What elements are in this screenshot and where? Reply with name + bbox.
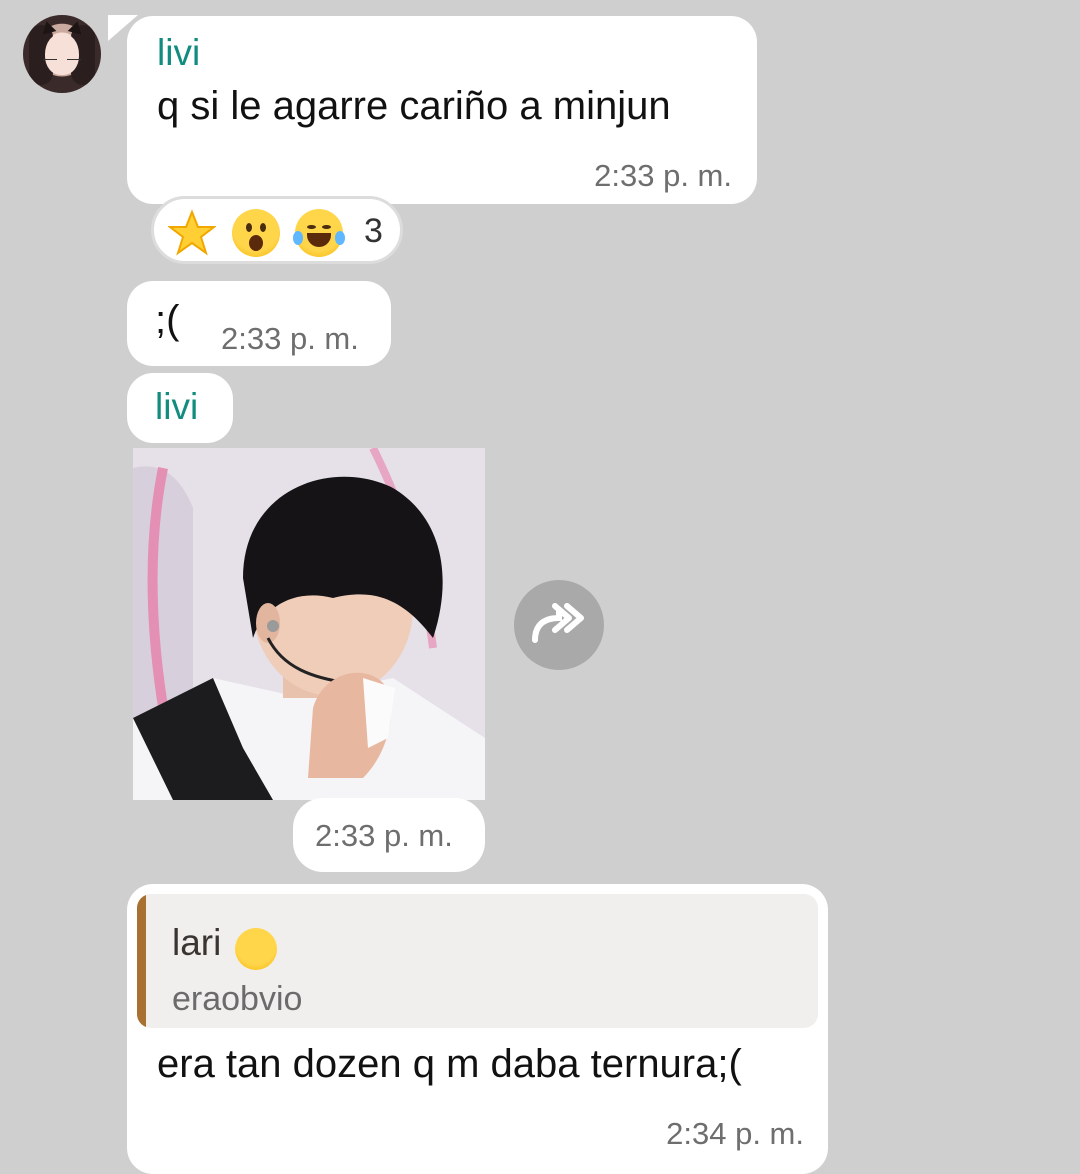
sender-avatar[interactable]	[23, 15, 101, 93]
forward-button[interactable]	[514, 580, 604, 670]
message-text: ;(	[155, 298, 180, 342]
quoted-text: eraobvio	[172, 980, 303, 1018]
image-time-pill: 2:33 p. m.	[293, 798, 485, 872]
message-text: q si le agarre cariño a minjun	[157, 84, 671, 128]
message-bubble[interactable]: ;( 2:33 p. m.	[127, 281, 391, 366]
reactions-pill[interactable]: 3	[151, 196, 403, 264]
tears-of-joy-emoji-icon	[293, 209, 345, 257]
surprised-face-emoji-icon	[232, 209, 280, 257]
quote-bar	[137, 894, 146, 1028]
message-time: 2:33 p. m.	[221, 321, 359, 356]
message-time: 2:34 p. m.	[666, 1116, 804, 1151]
message-text: era tan dozen q m daba ternura;(	[157, 1042, 742, 1086]
reply-message-bubble[interactable]: lari eraobvio era tan dozen q m daba ter…	[127, 884, 828, 1174]
image-message[interactable]	[133, 448, 485, 800]
quoted-sender-name: lari	[172, 922, 222, 963]
forward-icon	[532, 603, 584, 643]
message-time: 2:33 p. m.	[594, 158, 732, 193]
message-bubble[interactable]: livi q si le agarre cariño a minjun 2:33…	[127, 16, 757, 204]
sender-name[interactable]: livi	[157, 32, 200, 74]
star-emoji-icon	[167, 209, 217, 257]
message-time: 2:33 p. m.	[315, 818, 453, 853]
image-sender-label[interactable]: livi	[127, 373, 233, 443]
quoted-message[interactable]: lari eraobvio	[137, 894, 818, 1028]
sender-name[interactable]: livi	[155, 386, 198, 428]
drooling-face-emoji-icon	[235, 928, 277, 970]
reaction-count: 3	[364, 212, 383, 250]
